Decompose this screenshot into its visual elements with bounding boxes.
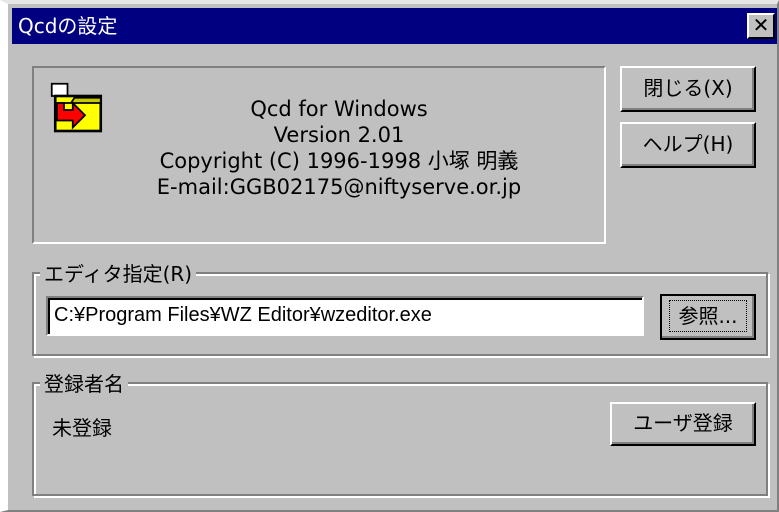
editor-group-label: エディタ指定(R)	[40, 258, 197, 287]
registered-name-value: 未登録	[52, 416, 112, 440]
version-text: Version 2.01	[273, 123, 405, 147]
close-icon[interactable]: ✕	[747, 13, 775, 39]
registration-group-label: 登録者名	[40, 368, 128, 397]
about-panel: Qcd for Windows Version 2.01 Copyright (…	[32, 66, 606, 244]
title-bar[interactable]: Qcdの設定 ✕	[12, 8, 777, 44]
window-title: Qcdの設定	[18, 14, 118, 38]
browse-button[interactable]: 参照...	[660, 294, 756, 340]
copyright-text: Copyright (C) 1996-1998 小塚 明義	[159, 149, 519, 173]
browse-button-label: 参照...	[669, 300, 747, 332]
about-text: Qcd for Windows Version 2.01 Copyright (…	[74, 96, 604, 200]
editor-path-field[interactable]: C:¥Program Files¥WZ Editor¥wzeditor.exe	[46, 296, 644, 336]
register-user-button[interactable]: ユーザ登録	[610, 402, 756, 446]
product-name: Qcd for Windows	[250, 97, 428, 121]
close-button[interactable]: 閉じる(X)	[620, 66, 756, 112]
email-text: E-mail:GGB02175@niftyserve.or.jp	[156, 175, 522, 199]
help-button[interactable]: ヘルプ(H)	[620, 122, 756, 168]
